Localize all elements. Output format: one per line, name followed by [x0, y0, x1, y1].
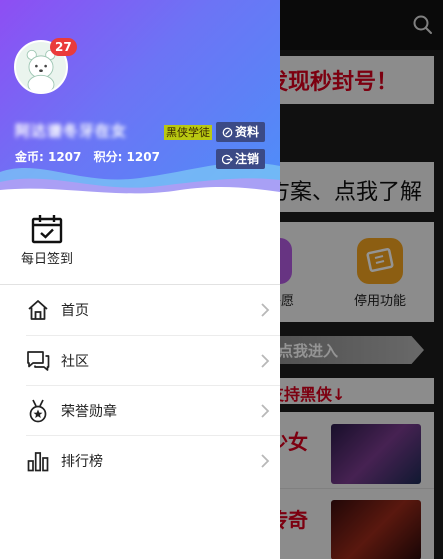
calendar-check-icon	[31, 215, 63, 244]
notification-badge: 27	[50, 38, 77, 56]
menu-item-label: 社区	[61, 353, 89, 370]
user-stats: 金币: 1207 积分: 1207	[15, 148, 168, 165]
menu-item-leaderboard[interactable]: 排行榜	[26, 435, 280, 485]
coins-value: 金币: 1207	[15, 150, 82, 164]
drawer-menu: 首页 社区 荣誉勋章 排行榜	[0, 285, 280, 485]
menu-item-label: 荣誉勋章	[61, 403, 117, 420]
medal-icon	[26, 399, 50, 423]
chevron-right-icon	[261, 454, 270, 468]
avatar[interactable]: 27	[14, 38, 77, 94]
home-icon	[26, 298, 50, 322]
profile-button-label: 资料	[234, 125, 259, 139]
menu-item-label: 首页	[61, 303, 89, 319]
level-tag: 黑侠学徒	[164, 125, 212, 140]
chevron-right-icon	[261, 354, 270, 368]
edit-icon	[222, 127, 233, 137]
logout-button-label: 注销	[234, 152, 259, 166]
chat-icon	[26, 349, 50, 373]
bar-chart-icon	[26, 449, 50, 473]
points-value: 积分: 1207	[93, 150, 160, 164]
menu-item-community[interactable]: 社区	[26, 335, 280, 385]
menu-item-home[interactable]: 首页	[0, 285, 280, 335]
chevron-right-icon	[261, 404, 270, 418]
logout-button[interactable]: 注销	[216, 149, 265, 169]
username: 阿达谱冬牙在女	[15, 122, 128, 140]
menu-item-label: 排行榜	[61, 453, 103, 470]
daily-checkin-button[interactable]: 每日签到	[18, 214, 76, 267]
logout-icon	[221, 154, 233, 164]
daily-checkin-label: 每日签到	[20, 252, 73, 267]
menu-item-honor-medals[interactable]: 荣誉勋章	[26, 385, 280, 435]
chevron-right-icon	[261, 303, 270, 317]
drawer-header: 27 阿达谱冬牙在女 黑侠学徒 资料 金币: 1207 积分: 1207 注销	[0, 0, 280, 200]
side-drawer: 27 阿达谱冬牙在女 黑侠学徒 资料 金币: 1207 积分: 1207 注销	[0, 0, 280, 559]
profile-button[interactable]: 资料	[216, 122, 265, 142]
